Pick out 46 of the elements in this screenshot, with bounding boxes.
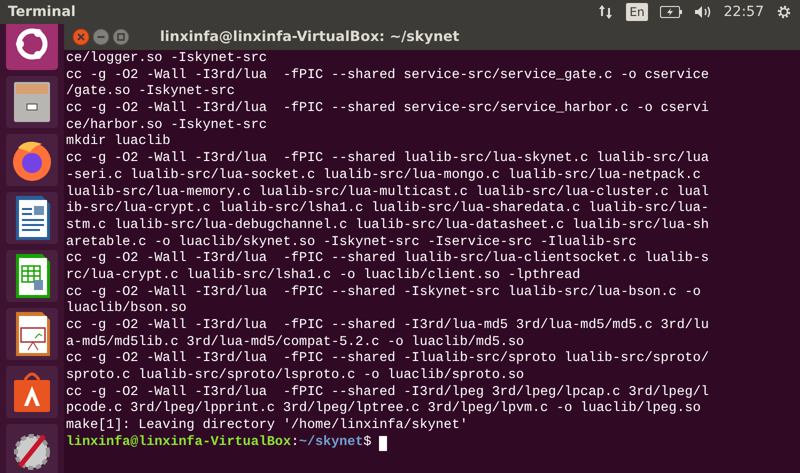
file-cabinet-icon[interactable] xyxy=(6,76,58,128)
output-line: cc -g -O2 -Wall -I3rd/lua -fPIC --shared -Iskynet-src lualib-src/lua-bson.c -o xyxy=(66,284,701,301)
battery-icon[interactable] xyxy=(660,6,682,18)
output-line: ib-src/lua-crypt.c lualib-src/lsha1.c lualib-src/lua-sharedata.c lualib-src/lua- xyxy=(66,201,709,218)
output-line: cc -g -O2 -Wall -I3rd/lua -fPIC --shared lualib-src/lua-skynet.c lualib-src/lua xyxy=(66,151,709,168)
output-line: cc -g -O2 -Wall -I3rd/lua -fPIC --shared service-src/service_harbor.c -o cservi xyxy=(66,101,709,118)
output-line: ce/harbor.so -Iskynet-src xyxy=(66,118,267,134)
close-icon[interactable] xyxy=(72,28,90,46)
prompt-path: ~/skynet xyxy=(299,434,364,452)
prompt-separator: : xyxy=(291,434,300,452)
output-line: cc -g -O2 -Wall -I3rd/lua -fPIC --shared -I3rd/lua-md5 3rd/lua-md5/md5.c 3rd/lu xyxy=(66,318,709,335)
window-title: linxinfa@linxinfa-VirtualBox: ~/skynet xyxy=(160,28,460,46)
prompt-user-host: linxinfa@linxinfa-VirtualBox xyxy=(66,434,291,452)
maximize-icon[interactable] xyxy=(112,28,130,46)
prompt-symbol: $ xyxy=(363,434,372,452)
presentation-icon[interactable] xyxy=(6,308,58,360)
clock[interactable]: 22:57 xyxy=(724,2,764,22)
spreadsheet-icon[interactable] xyxy=(6,250,58,302)
app-title: Terminal xyxy=(8,2,76,22)
minimize-icon[interactable] xyxy=(92,28,110,46)
output-line: lualib-src/lua-memory.c lualib-src/lua-multicast.c lualib-src/lua-cluster.c lual xyxy=(66,184,709,201)
output-line: cc -g -O2 -Wall -I3rd/lua -fPIC --shared service-src/service_gate.c -o cservice xyxy=(66,68,709,84)
output-line: ce/logger.so -Iskynet-src xyxy=(66,51,267,68)
output-line: luaclib/bson.so xyxy=(66,301,187,318)
shopping-bag-icon[interactable] xyxy=(6,366,58,418)
ubuntu-logo-icon[interactable] xyxy=(6,24,58,70)
volume-icon[interactable] xyxy=(694,5,712,19)
keyboard-layout-indicator[interactable]: En xyxy=(626,3,648,21)
output-line: cc -g -O2 -Wall -I3rd/lua -fPIC --shared -I3rd/lpeg 3rd/lpeg/lpcap.c 3rd/lpeg/l xyxy=(66,384,709,401)
output-line: sproto.c lualib-src/sproto/lsproto.c -o luaclib/sproto.so xyxy=(66,368,524,385)
output-line: aretable.c -o luaclib/skynet.so -Iskynet-src -Iservice-src -Ilualib-src xyxy=(66,234,637,251)
document-icon[interactable] xyxy=(6,192,58,244)
output-line: pcode.c 3rd/lpeg/lpprint.c 3rd/lpeg/lptree.c 3rd/lpeg/lpvm.c -o luaclib/lpeg.so xyxy=(66,401,701,418)
output-line: rc/lua-crypt.c lualib-src/lsha1.c -o luaclib/client.so -lpthread xyxy=(66,268,580,285)
output-line: -seri.c lualib-src/lua-socket.c lualib-src/lua-mongo.c lualib-src/lua-netpack.c xyxy=(66,168,701,184)
browser-icon[interactable] xyxy=(6,134,58,186)
gear-icon[interactable] xyxy=(776,4,792,20)
output-line: stm.c lualib-src/lua-debugchannel.c lualib-src/lua-datasheet.c lualib-src/lua-sh xyxy=(66,218,709,235)
network-icon[interactable] xyxy=(598,4,614,20)
output-line: /gate.so -Iskynet-src xyxy=(66,84,235,101)
output-line: cc -g -O2 -Wall -I3rd/lua -fPIC --shared -Ilualib-src/sproto lualib-src/sproto/ xyxy=(66,351,709,368)
output-line: make[1]: Leaving directory '/home/linxinfa/skynet' xyxy=(66,418,468,435)
output-line: cc -g -O2 -Wall -I3rd/lua -fPIC --shared lualib-src/lua-clientsocket.c lualib-s xyxy=(66,251,709,268)
text-cursor xyxy=(379,436,388,451)
output-line: mkdir luaclib xyxy=(66,134,170,151)
output-line: a-md5/md5lib.c 3rd/lua-md5/compat-5.2.c -o luaclib/md5.so xyxy=(66,334,524,351)
